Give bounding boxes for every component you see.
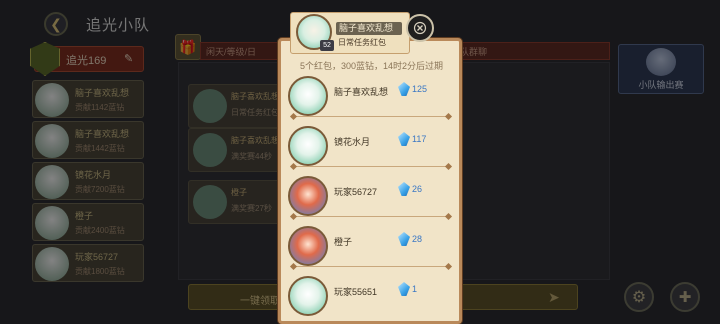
recipient-name: 脑子喜欢乱想	[334, 87, 389, 97]
recipient-amount: 26	[412, 184, 423, 194]
blue-diamond-icon	[398, 282, 410, 296]
level-badge: 52	[320, 40, 334, 51]
recipient-amount: 125	[412, 84, 428, 94]
recipient-name: 玩家56727	[334, 187, 378, 197]
close-glyph-icon	[413, 21, 427, 35]
list-item: 橙子 28	[284, 222, 456, 272]
blue-diamond-icon	[398, 132, 410, 146]
list-item: 玩家56727 26	[284, 172, 456, 222]
blue-diamond-icon	[398, 182, 410, 196]
packet-summary: 5个红包，300蓝钻，14时2分后过期	[300, 61, 444, 71]
recipient-list: 脑子喜欢乱想 125 镜花水月 117 玩家56727 26 橙子 28 玩家5…	[284, 72, 456, 322]
avatar	[288, 126, 328, 166]
divider	[294, 216, 448, 217]
recipient-name: 玩家55651	[334, 287, 378, 297]
blue-diamond-icon	[398, 232, 410, 246]
recipient-name: 橙子	[334, 237, 353, 247]
blue-diamond-icon	[398, 82, 410, 96]
recipient-amount: 28	[412, 234, 423, 244]
avatar	[288, 76, 328, 116]
divider	[294, 116, 448, 117]
recipient-amount: 1	[412, 284, 418, 294]
recipient-name: 镜花水月	[334, 137, 371, 147]
recipient-amount: 117	[412, 134, 427, 144]
avatar	[288, 176, 328, 216]
packet-type: 日常任务红包	[338, 38, 386, 47]
avatar	[288, 226, 328, 266]
list-item: 脑子喜欢乱想 125	[284, 72, 456, 122]
list-item: 玩家55651 1	[284, 272, 456, 322]
list-item: 镜花水月 117	[284, 122, 456, 172]
sender-name: 脑子喜欢乱想	[336, 22, 402, 35]
divider	[294, 166, 448, 167]
avatar	[288, 276, 328, 316]
divider	[294, 266, 448, 267]
close-icon[interactable]	[406, 14, 434, 42]
